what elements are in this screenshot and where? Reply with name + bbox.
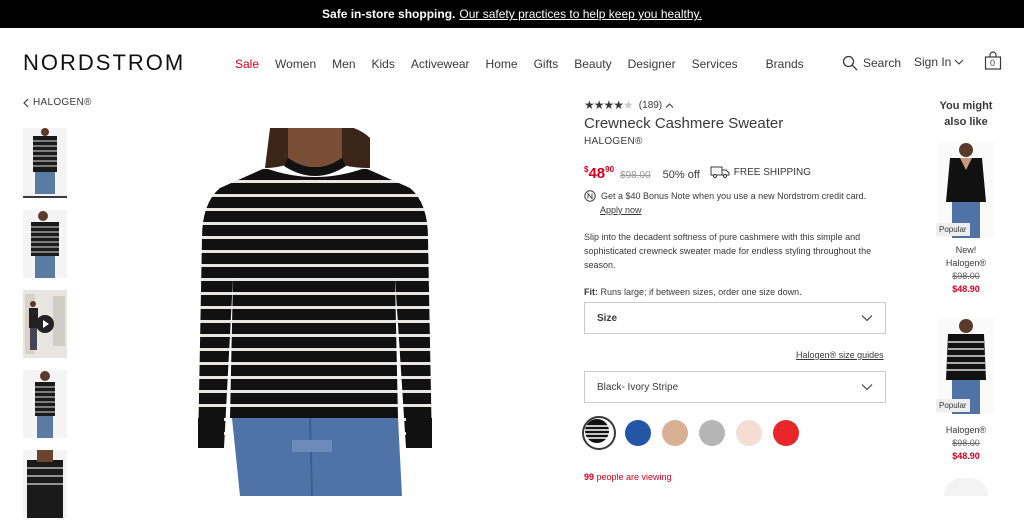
main-nav: Sale Women Men Kids Activewear Home Gift… xyxy=(235,57,820,71)
swatch-black-ivory-stripe[interactable] xyxy=(582,416,616,450)
nav-activewear[interactable]: Activewear xyxy=(411,57,470,71)
banner-link[interactable]: Our safety practices to help keep you he… xyxy=(459,7,702,21)
price-row: $4890 $98.00 50% off FREE SHIPPING xyxy=(584,165,811,182)
play-icon[interactable] xyxy=(36,315,54,333)
chevron-down-icon xyxy=(861,315,873,322)
nav-services[interactable]: Services xyxy=(692,57,738,71)
nav-gifts[interactable]: Gifts xyxy=(534,57,559,71)
discount-label: 50% off xyxy=(662,169,700,181)
shopping-bag-button[interactable]: 0 xyxy=(983,51,1003,71)
bonus-note: Get a $40 Bonus Note when you use a new … xyxy=(584,190,866,202)
breadcrumb-label: HALOGEN® xyxy=(33,97,92,108)
thumbnail-video[interactable] xyxy=(23,290,67,358)
nordstrom-logo[interactable]: NORDSTROM xyxy=(23,50,185,76)
reco-original-price: $98.00 xyxy=(952,271,980,281)
thumbnail-1[interactable] xyxy=(23,128,67,198)
nav-men[interactable]: Men xyxy=(332,57,355,71)
search-button[interactable]: Search xyxy=(842,55,901,71)
reco-brand: Halogen® xyxy=(945,425,987,435)
rating-count: (189) xyxy=(638,99,663,111)
color-select-value: Black- Ivory Stripe xyxy=(597,381,679,393)
fit-info: Fit: Runs large; if between sizes, order… xyxy=(584,287,802,297)
chevron-down-icon xyxy=(861,384,873,391)
rating-summary[interactable]: ★★★★★ (189) xyxy=(584,98,674,112)
nav-home[interactable]: Home xyxy=(486,57,518,71)
nav-sale[interactable]: Sale xyxy=(235,57,259,71)
truck-icon xyxy=(710,166,730,178)
promo-banner: Safe in-store shopping. Our safety pract… xyxy=(0,0,1024,28)
reco-original-price: $98.00 xyxy=(952,438,980,448)
reco-item-2[interactable]: Popular Halogen® $98.00 $48.90 xyxy=(936,318,994,463)
banner-bold-text: Safe in-store shopping. xyxy=(322,7,456,21)
viewing-count: 99 people are viewing xyxy=(584,472,672,482)
sign-in-label: Sign In xyxy=(914,55,952,69)
swatch-pink[interactable] xyxy=(736,420,762,446)
swatch-red[interactable] xyxy=(773,420,799,446)
product-image xyxy=(170,121,460,497)
product-title: Crewneck Cashmere Sweater xyxy=(584,115,784,132)
swatch-grey[interactable] xyxy=(699,420,725,446)
reco-image: Popular xyxy=(936,142,994,238)
reco-item-1[interactable]: Popular New! Halogen® $98.00 $48.90 xyxy=(936,142,994,296)
size-guides-link[interactable]: Halogen® size guides xyxy=(796,350,884,360)
star-rating-icon: ★★★★★ xyxy=(584,98,634,112)
swatch-tan[interactable] xyxy=(662,420,688,446)
thumbnail-image xyxy=(23,210,67,278)
reco-price: $48.90 xyxy=(952,451,980,461)
breadcrumb[interactable]: HALOGEN® xyxy=(22,97,92,108)
nordstrom-card-icon xyxy=(584,190,596,202)
reco-price: $48.90 xyxy=(952,284,980,294)
swatch-blue[interactable] xyxy=(625,420,651,446)
original-price: $98.00 xyxy=(620,170,651,181)
sign-in-menu[interactable]: Sign In xyxy=(914,55,964,69)
popular-badge: Popular xyxy=(936,399,970,412)
search-icon xyxy=(842,55,858,71)
reco-image: Popular xyxy=(936,318,994,414)
thumbnail-image xyxy=(23,370,67,438)
nav-kids[interactable]: Kids xyxy=(372,57,395,71)
nav-brands[interactable]: Brands xyxy=(766,57,804,71)
chevron-up-icon xyxy=(665,102,674,108)
search-label: Search xyxy=(863,56,902,70)
thumbnail-4[interactable] xyxy=(23,370,67,438)
size-select-label: Size xyxy=(597,312,618,324)
thumbnail-image xyxy=(23,128,67,194)
color-select[interactable]: Black- Ivory Stripe xyxy=(584,371,886,403)
apply-now-link[interactable]: Apply now xyxy=(600,205,642,215)
bag-count: 0 xyxy=(990,58,996,68)
color-swatches xyxy=(582,416,810,450)
reco-item-3-preview[interactable] xyxy=(944,478,988,496)
chevron-down-icon xyxy=(954,59,964,65)
chevron-left-icon xyxy=(23,98,29,107)
stripe-pattern-icon xyxy=(585,419,609,443)
thumbnail-5[interactable] xyxy=(23,450,67,518)
thumbnail-2[interactable] xyxy=(23,210,67,278)
product-brand[interactable]: HALOGEN® xyxy=(584,136,643,147)
popular-badge: Popular xyxy=(936,223,970,236)
reco-tag: New! xyxy=(955,245,977,255)
thumbnail-list xyxy=(23,128,67,530)
product-description: Slip into the decadent softness of pure … xyxy=(584,232,872,270)
sale-price: $4890 xyxy=(584,165,615,182)
product-main-image[interactable] xyxy=(170,121,460,497)
recommendations-heading: You might also like xyxy=(939,100,993,128)
nav-designer[interactable]: Designer xyxy=(628,57,676,71)
reco-brand: Halogen® xyxy=(945,258,987,268)
thumbnail-image xyxy=(23,450,67,518)
nav-beauty[interactable]: Beauty xyxy=(574,57,611,71)
size-select[interactable]: Size xyxy=(584,302,886,334)
nav-women[interactable]: Women xyxy=(275,57,316,71)
free-shipping: FREE SHIPPING xyxy=(710,166,811,178)
